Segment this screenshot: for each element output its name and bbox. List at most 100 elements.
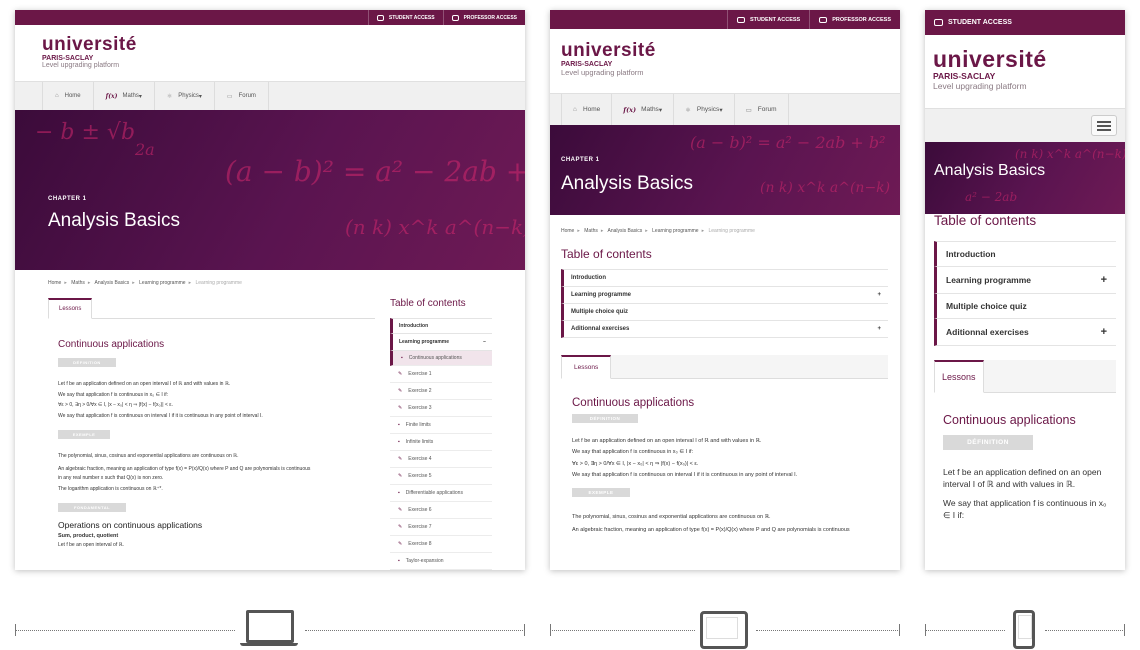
document-icon: ▪ (398, 558, 400, 564)
example-badge: EXEMPLE (58, 430, 110, 439)
tablet-width-tick (899, 624, 900, 636)
function-icon: f(x) (623, 105, 637, 114)
logo-subtitle: PARIS-SACLAY (42, 55, 94, 62)
toc-subitem[interactable]: ✎ Exercise 4 (390, 451, 492, 468)
hero-background-math: − b ± √b (35, 120, 136, 145)
tablet-mockup: STUDENT ACCESS PROFESSOR ACCESS universi… (550, 10, 900, 570)
toc-subitem[interactable]: ▪ Finite limits (390, 417, 492, 434)
toc-subitem[interactable]: ✎ Exercise 7 (390, 519, 492, 536)
nav-forum[interactable]: ▭ Forum (215, 82, 269, 110)
toc-item-introduction[interactable]: Introduction (934, 241, 1116, 267)
lesson-heading: Continuous applications (572, 397, 695, 409)
desktop-width-tick (524, 624, 525, 636)
toc-title: Table of contents (561, 247, 652, 261)
logo[interactable]: université PARIS-SACLAY Level upgrading … (15, 25, 525, 81)
mobile-width-line (925, 630, 1005, 631)
pencil-icon: ✎ (398, 371, 403, 377)
collapse-icon: − (483, 339, 486, 345)
expand-icon: + (1100, 326, 1107, 338)
tablet-width-line (756, 630, 900, 631)
expand-icon: + (877, 292, 881, 298)
chapter-hero: (a − b)² = a² − 2ab + b² (n k) x^k a^(n−… (550, 125, 900, 215)
example-badge: EXEMPLE (572, 488, 630, 497)
logo-tagline: Level upgrading platform (561, 68, 644, 77)
briefcase-icon (451, 14, 459, 21)
mobile-width-tick (925, 624, 926, 636)
logo-tagline: Level upgrading platform (933, 80, 1027, 91)
logo[interactable]: université PARIS-SACLAY Level upgrading … (550, 29, 900, 93)
home-icon: ⌂ (55, 93, 59, 99)
tablet-width-tick (550, 624, 551, 636)
toc-item-learning-programme[interactable]: Learning programme + (934, 267, 1116, 294)
logo-wordmark: université (561, 40, 656, 61)
nav-physics[interactable]: ⚛ Physics ▾ (674, 94, 735, 125)
tablet-icon (700, 611, 748, 649)
nav-physics[interactable]: ⚛ Physics ▾ (155, 82, 215, 110)
chapter-title: Analysis Basics (934, 162, 1046, 179)
toc-item-introduction[interactable]: Introduction (390, 318, 492, 334)
document-icon: ▪ (398, 490, 400, 496)
fundamental-badge: FONDAMENTAL (58, 503, 126, 512)
desktop-width-line (305, 630, 525, 631)
mobile-width-tick (1124, 624, 1125, 636)
tab-lessons[interactable]: Lessons (48, 298, 93, 319)
professor-access-button[interactable]: PROFESSOR ACCESS (442, 10, 525, 25)
toc-item-exercises[interactable]: Aditionnal exercises + (934, 319, 1116, 346)
nav-maths[interactable]: f(x) Maths ▾ (94, 82, 155, 110)
tab-lessons[interactable]: Lessons (561, 355, 612, 379)
toc-subitem[interactable]: ▪ Infinite limits (390, 434, 492, 451)
logo-wordmark: université (42, 34, 137, 55)
logo-subtitle: PARIS-SACLAY (933, 71, 996, 81)
toc-subitem[interactable]: ▪ Differentiable applications (390, 485, 492, 502)
lesson-heading: Continuous applications (58, 339, 165, 350)
toc-item-quiz[interactable]: Multiple choice quiz (561, 304, 888, 321)
student-access-button[interactable]: STUDENT ACCESS (925, 10, 1021, 35)
chat-icon: ▭ (226, 93, 233, 100)
toc-item-quiz[interactable]: Multiple choice quiz (934, 294, 1116, 319)
graduation-cap-icon (934, 19, 943, 26)
toc-item-learning-programme[interactable]: Learning programme + (561, 287, 888, 304)
graduation-cap-icon (737, 16, 745, 23)
chat-icon: ▭ (745, 106, 752, 114)
professor-access-button[interactable]: PROFESSOR ACCESS (809, 10, 900, 29)
atom-icon: ⚛ (685, 106, 691, 114)
nav-home[interactable]: ⌂ Home (42, 82, 94, 110)
nav-home[interactable]: ⌂ Home (561, 94, 613, 125)
nav-maths[interactable]: f(x) Maths ▾ (612, 94, 675, 125)
student-access-button[interactable]: STUDENT ACCESS (727, 10, 809, 29)
nav-forum[interactable]: ▭ Forum (735, 94, 789, 125)
toc-subitem[interactable]: ✎ Exercise 1 (390, 366, 492, 383)
toc-subitem[interactable]: ✎ Exercise 5 (390, 468, 492, 485)
chapter-label: CHAPTER 1 (48, 196, 87, 202)
top-access-bar: STUDENT ACCESS PROFESSOR ACCESS (550, 10, 900, 29)
tab-lessons[interactable]: Lessons (934, 360, 984, 393)
lesson-tabs: Lessons (48, 298, 375, 319)
hamburger-menu-icon[interactable] (1091, 115, 1117, 136)
toc-subitem[interactable]: ✎ Exercise 8 (390, 536, 492, 553)
toc-panel: Table of contents Introduction Learning … (561, 247, 888, 338)
logo[interactable]: université PARIS-SACLAY Level upgrading … (925, 35, 1125, 108)
document-icon: ▪ (398, 439, 400, 445)
lesson-tabs: Lessons (934, 360, 1116, 393)
briefcase-icon (819, 16, 828, 23)
smartphone-icon (1013, 610, 1035, 650)
desktop-width-line (15, 630, 235, 631)
toc-panel: Table of contents Introduction Learning … (934, 213, 1116, 346)
toc-item-exercises[interactable]: Aditionnal exercises + (561, 321, 888, 338)
pencil-icon: ✎ (398, 507, 403, 513)
toc-subitem[interactable]: ▪ Taylor-expansion (390, 553, 492, 570)
toc-subitem-active[interactable]: ▪ Continuous applications (390, 351, 492, 366)
lesson-panel: Lessons Continuous applications DÉFINITI… (934, 360, 1116, 521)
toc-item-learning-programme[interactable]: Learning programme − (390, 334, 492, 351)
tablet-width-line (550, 630, 695, 631)
toc-subitem[interactable]: ✎ Exercise 3 (390, 400, 492, 417)
hero-background-math: (n k) x^k a^(n−k) (345, 215, 525, 239)
student-access-button[interactable]: STUDENT ACCESS (367, 10, 443, 25)
hero-background-math: (n k) x^k a^(n−k) (1015, 147, 1125, 161)
hero-background-math: 2a (135, 140, 155, 159)
toc-subitem[interactable]: ✎ Exercise 6 (390, 502, 492, 519)
toc-item-introduction[interactable]: Introduction (561, 269, 888, 287)
toc-subitem[interactable]: ✎ Exercise 2 (390, 383, 492, 400)
chapter-title: Analysis Basics (48, 210, 180, 231)
definition-badge: DÉFINITION (572, 414, 638, 423)
